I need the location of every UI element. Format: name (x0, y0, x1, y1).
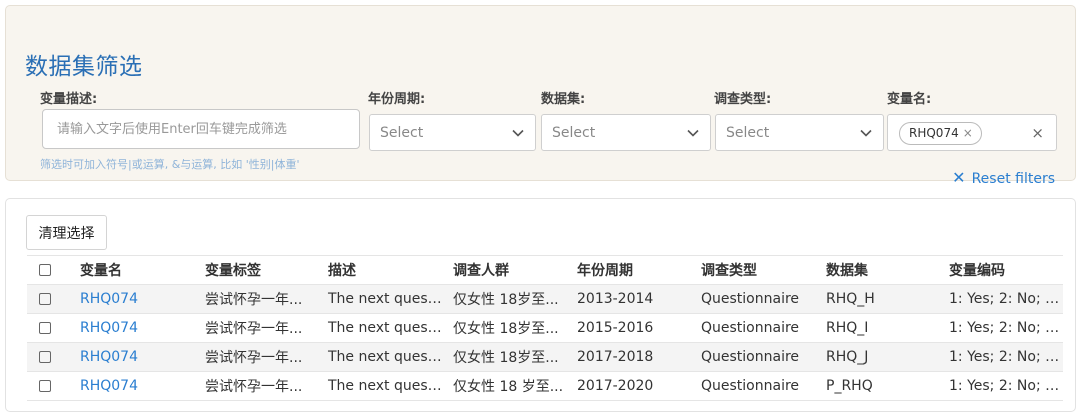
col-header[interactable]: 数据集 (818, 255, 941, 285)
table-cell: 尝试怀孕一年... (197, 284, 320, 314)
dataset-select-placeholder: Select (552, 125, 596, 141)
table-cell: The next questi... (320, 284, 445, 314)
year-select-placeholder: Select (380, 125, 424, 141)
table-cell: The next questi... (320, 313, 445, 343)
table-cell: Questionnaire (693, 371, 818, 401)
row-checkbox[interactable] (27, 342, 72, 372)
year-label: 年份周期: (368, 92, 426, 107)
var-name-label: 变量名: (887, 92, 932, 107)
var-name-link[interactable]: RHQ074 (72, 371, 197, 401)
table-cell: 尝试怀孕一年... (197, 371, 320, 401)
row-checkbox[interactable] (27, 284, 72, 314)
table-cell: 尝试怀孕一年... (197, 342, 320, 372)
chevron-down-icon (860, 129, 872, 137)
var-name-select[interactable]: RHQ074 × × (887, 114, 1057, 151)
table-cell: 2017-2020 (569, 371, 693, 401)
var-name-link[interactable]: RHQ074 (72, 284, 197, 314)
survey-type-label: 调查类型: (714, 92, 772, 107)
table-cell: 2013-2014 (569, 284, 693, 314)
table-cell: Questionnaire (693, 313, 818, 343)
table-row[interactable]: RHQ074 尝试怀孕一年... The next questi... 仅女性 … (27, 313, 1063, 343)
table-row[interactable]: RHQ074 尝试怀孕一年... The next questi... 仅女性 … (27, 371, 1063, 401)
table-cell: 仅女性 18 岁至... (445, 371, 569, 401)
col-header[interactable]: 调查人群 (445, 255, 569, 285)
var-name-tag[interactable]: RHQ074 × (899, 122, 982, 145)
var-name-link[interactable]: RHQ074 (72, 313, 197, 343)
search-input[interactable] (42, 109, 360, 149)
tag-remove-icon[interactable]: × (963, 126, 973, 140)
reset-filters-link[interactable]: ✕ Reset filters (952, 168, 1055, 187)
row-checkbox[interactable] (27, 371, 72, 401)
table-cell: 1: Yes; 2: No; 7... (941, 313, 1063, 343)
chevron-down-icon (512, 129, 524, 137)
filter-panel: 数据集筛选 变量描述: 年份周期: 数据集: 调查类型: 变量名: 筛选时可加入… (5, 5, 1076, 187)
table-header-row: 变量名 变量标签 描述 调查人群 年份周期 调查类型 数据集 变量编码 (27, 255, 1063, 285)
col-header[interactable]: 描述 (320, 255, 445, 285)
desc-label: 变量描述: (40, 92, 98, 107)
table-cell: The next questi... (320, 342, 445, 372)
table-cell: 1: Yes; 2: No; 7... (941, 342, 1063, 372)
table-cell: 2015-2016 (569, 313, 693, 343)
table-cell: 尝试怀孕一年... (197, 313, 320, 343)
table-row[interactable]: RHQ074 尝试怀孕一年... The next questi... 仅女性 … (27, 284, 1063, 314)
table-cell: 1: Yes; 2: No; 7... (941, 371, 1063, 401)
col-header[interactable]: 年份周期 (569, 255, 693, 285)
survey-type-select[interactable]: Select (715, 114, 884, 151)
col-header[interactable]: 变量标签 (197, 255, 320, 285)
table-cell: The next questi... (320, 371, 445, 401)
table-cell: RHQ_H (818, 284, 941, 314)
filter-title: 数据集筛选 (25, 54, 143, 80)
var-name-tag-label: RHQ074 (909, 126, 959, 140)
survey-type-select-placeholder: Select (726, 125, 770, 141)
table-cell: 仅女性 18岁至... (445, 284, 569, 314)
table-cell: 1: Yes; 2: No; 7... (941, 284, 1063, 314)
table-cell: Questionnaire (693, 284, 818, 314)
var-name-link[interactable]: RHQ074 (72, 342, 197, 372)
select-all-checkbox[interactable] (27, 255, 72, 285)
table-cell: Questionnaire (693, 342, 818, 372)
col-header[interactable]: 变量名 (72, 255, 197, 285)
reset-filters-label: Reset filters (971, 171, 1055, 187)
table-row[interactable]: RHQ074 尝试怀孕一年... The next questi... 仅女性 … (27, 342, 1063, 372)
clear-selection-button[interactable]: 清理选择 (26, 215, 107, 250)
year-select[interactable]: Select (369, 114, 536, 151)
results-table: 变量名 变量标签 描述 调查人群 年份周期 调查类型 数据集 变量编码 RHQ0… (27, 255, 1063, 401)
chevron-down-icon (687, 129, 699, 137)
table-cell: P_RHQ (818, 371, 941, 401)
dataset-select[interactable]: Select (541, 114, 711, 151)
clear-selection-icon[interactable]: × (1031, 124, 1044, 142)
col-header[interactable]: 调查类型 (693, 255, 818, 285)
close-icon: ✕ (952, 168, 966, 187)
filter-hint: 筛选时可加入符号|或运算, &与运算, 比如 '性别|体重' (40, 158, 300, 171)
dataset-label: 数据集: (541, 92, 586, 107)
results-panel: 清理选择 变量名 变量标签 描述 调查人群 年份周期 调查类型 数据集 变量编码… (5, 198, 1076, 412)
table-cell: 仅女性 18岁至... (445, 342, 569, 372)
table-cell: 2017-2018 (569, 342, 693, 372)
table-cell: RHQ_I (818, 313, 941, 343)
table-cell: 仅女性 18岁至... (445, 313, 569, 343)
col-header[interactable]: 变量编码 (941, 255, 1063, 285)
table-cell: RHQ_J (818, 342, 941, 372)
row-checkbox[interactable] (27, 313, 72, 343)
